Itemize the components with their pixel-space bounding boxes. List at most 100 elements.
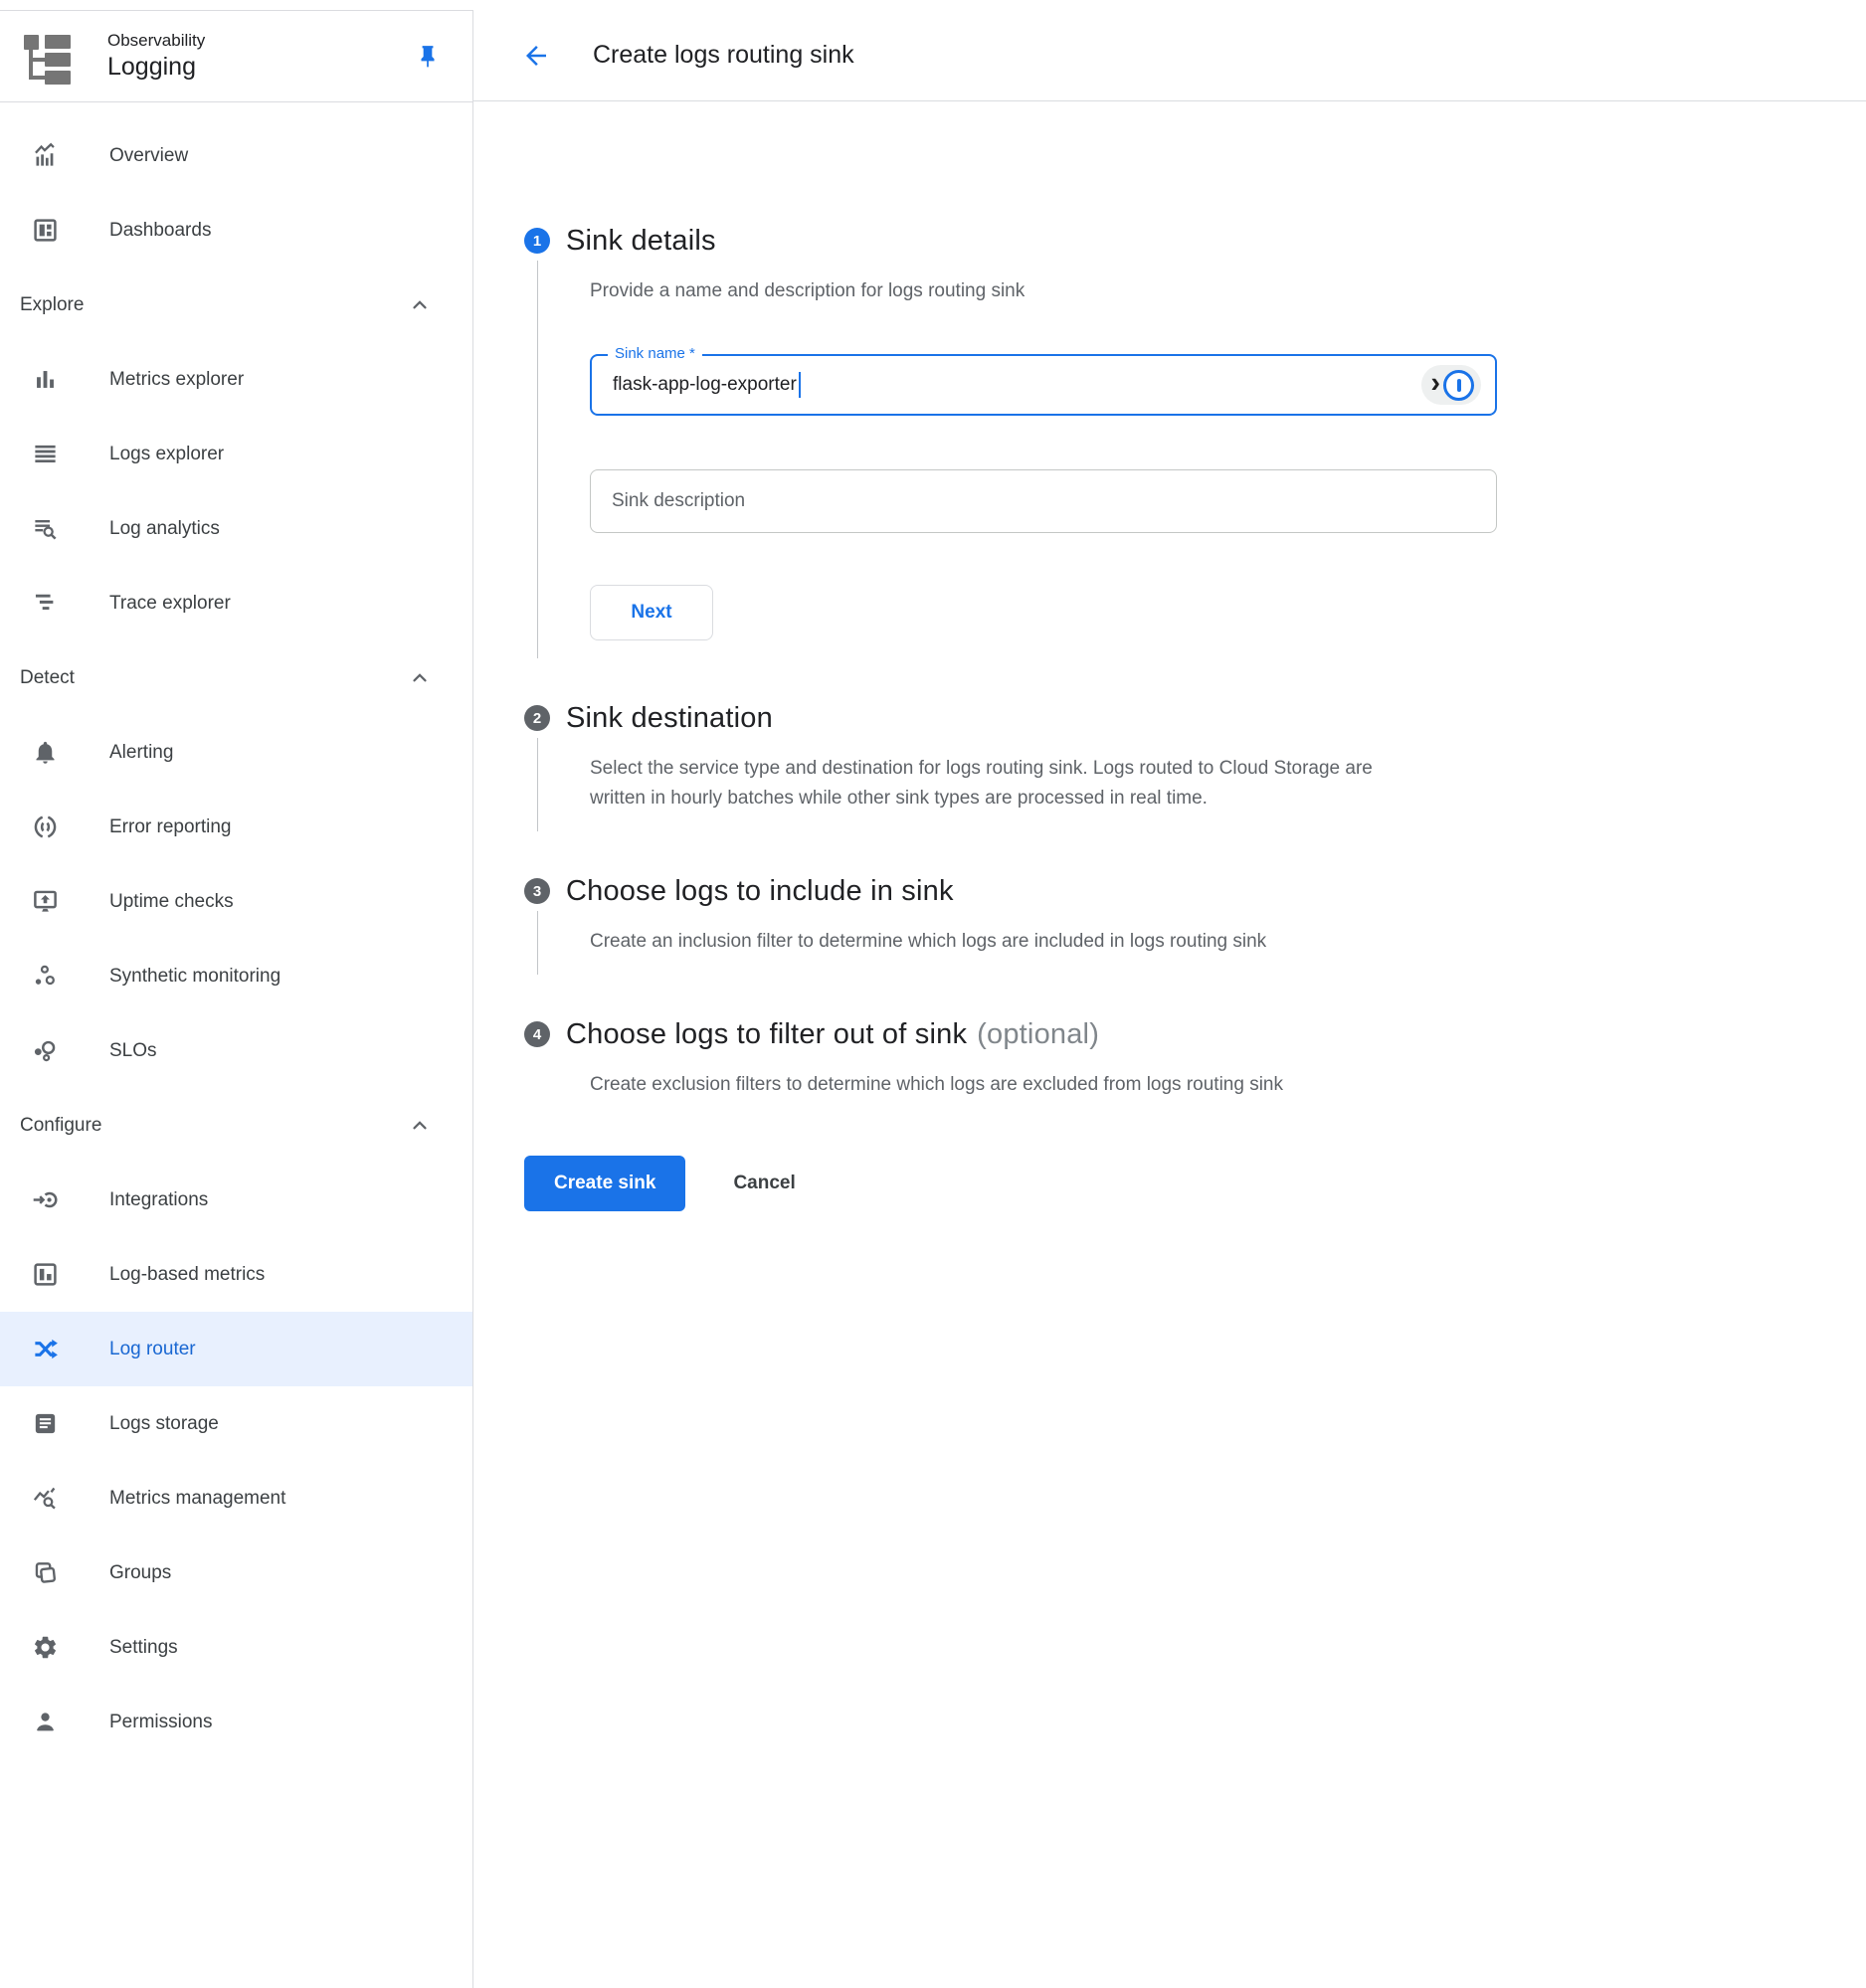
step-4-description: Create exclusion filters to determine wh… (590, 1070, 1381, 1100)
main-header: Create logs routing sink (473, 10, 1866, 101)
step-include-logs: 3 Choose logs to include in sink Create … (524, 871, 1826, 975)
section-label: Explore (20, 294, 84, 316)
sidebar-section-detect: Detect (0, 640, 472, 715)
chevron-up-icon[interactable] (407, 1113, 433, 1139)
step-2-head: 2 Sink destination (524, 698, 1826, 738)
log-router-icon (30, 1335, 60, 1364)
product-titles: Observability Logging (107, 31, 205, 81)
sidebar-item-label: Integrations (109, 1189, 208, 1211)
sidebar-item-permissions[interactable]: Permissions (0, 1685, 472, 1759)
step-2-description: Select the service type and destination … (590, 754, 1381, 813)
sidebar-item-integrations[interactable]: Integrations (0, 1163, 472, 1237)
chevron-up-icon[interactable] (407, 665, 433, 691)
log-based-metrics-icon (30, 1260, 60, 1290)
next-button[interactable]: Next (590, 585, 713, 640)
sidebar-item-log-based-metrics[interactable]: Log-based metrics (0, 1237, 472, 1312)
sidebar-item-alerting[interactable]: Alerting (0, 715, 472, 790)
logging-logo-icon (20, 29, 76, 85)
content: 1 Sink details Provide a name and descri… (473, 101, 1866, 1211)
sidebar-item-overview[interactable]: Overview (0, 118, 472, 193)
step-4-head: 4 Choose logs to filter out of sink(opti… (524, 1014, 1826, 1054)
step-1-head: 1 Sink details (524, 221, 1826, 261)
section-label: Configure (20, 1115, 101, 1137)
sidebar-item-logs-storage[interactable]: Logs storage (0, 1386, 472, 1461)
slos-icon (30, 1036, 60, 1066)
pin-icon[interactable] (411, 40, 445, 74)
top-strip (0, 0, 1866, 10)
sidebar-item-trace-explorer[interactable]: Trace explorer (0, 566, 472, 640)
section-label: Detect (20, 667, 75, 689)
sink-description-placeholder: Sink description (612, 490, 745, 512)
sink-name-label: Sink name * (608, 345, 702, 362)
sidebar-item-error-reporting[interactable]: Error reporting (0, 790, 472, 864)
permissions-icon (30, 1708, 60, 1737)
overview-icon (30, 141, 60, 171)
create-sink-button[interactable]: Create sink (524, 1156, 685, 1211)
main: Create logs routing sink 1 Sink details … (473, 10, 1866, 1988)
trace-explorer-icon (30, 589, 60, 619)
product-name: Observability (107, 31, 205, 51)
step-2-title: Sink destination (566, 702, 773, 735)
sidebar-nav: OverviewDashboards Explore Metrics explore… (0, 102, 472, 1759)
sidebar-item-groups[interactable]: Groups (0, 1536, 472, 1610)
sidebar-item-dashboards[interactable]: Dashboards (0, 193, 472, 268)
sidebar-item-label: Groups (109, 1562, 171, 1584)
module-name: Logging (107, 53, 205, 82)
sidebar-item-slos[interactable]: SLOs (0, 1013, 472, 1088)
step-sink-details: 1 Sink details Provide a name and descri… (524, 221, 1826, 658)
step-3-description: Create an inclusion filter to determine … (590, 927, 1381, 957)
1password-logo-icon (1443, 370, 1474, 401)
step-3-head: 3 Choose logs to include in sink (524, 871, 1826, 911)
sidebar: Observability Logging OverviewDashboards… (0, 10, 473, 1988)
cancel-button[interactable]: Cancel (733, 1173, 795, 1194)
step-2-body: Select the service type and destination … (537, 738, 1826, 831)
1password-icon[interactable]: › (1421, 365, 1481, 405)
sidebar-item-synthetic-monitoring[interactable]: Synthetic monitoring (0, 939, 472, 1013)
step-3-title: Choose logs to include in sink (566, 875, 954, 908)
uptime-checks-icon (30, 887, 60, 917)
step-4-number: 4 (524, 1021, 550, 1047)
alerting-icon (30, 738, 60, 768)
sidebar-item-label: Error reporting (109, 816, 232, 838)
log-analytics-icon (30, 514, 60, 544)
synthetic-monitoring-icon (30, 962, 60, 992)
metrics-explorer-icon (30, 365, 60, 395)
sidebar-item-label: Alerting (109, 742, 173, 764)
step-sink-destination: 2 Sink destination Select the service ty… (524, 698, 1826, 831)
chevron-up-icon[interactable] (407, 292, 433, 318)
groups-icon (30, 1558, 60, 1588)
logs-storage-icon (30, 1409, 60, 1439)
sidebar-item-log-analytics[interactable]: Log analytics (0, 491, 472, 566)
sidebar-item-metrics-management[interactable]: Metrics management (0, 1461, 472, 1536)
arrow-back-icon[interactable] (519, 39, 553, 73)
page-title: Create logs routing sink (593, 41, 854, 70)
sidebar-item-log-router[interactable]: Log router (0, 1312, 472, 1386)
sidebar-item-label: Metrics management (109, 1488, 285, 1510)
sidebar-item-settings[interactable]: Settings (0, 1610, 472, 1685)
sidebar-item-label: Synthetic monitoring (109, 966, 280, 988)
sidebar-item-label: Logs storage (109, 1413, 219, 1435)
sidebar-section-configure: Configure (0, 1088, 472, 1163)
settings-icon (30, 1633, 60, 1663)
metrics-management-icon (30, 1484, 60, 1514)
step-2-number: 2 (524, 705, 550, 731)
step-1-body: Provide a name and description for logs … (537, 261, 1826, 658)
sidebar-item-logs-explorer[interactable]: Logs explorer (0, 417, 472, 491)
logs-explorer-icon (30, 440, 60, 469)
1password-chevron-icon: › (1430, 369, 1440, 398)
step-4-title-suffix: (optional) (977, 1018, 1099, 1050)
step-3-number: 3 (524, 878, 550, 904)
step-4-body: Create exclusion filters to determine wh… (537, 1054, 1826, 1118)
sidebar-item-metrics-explorer[interactable]: Metrics explorer (0, 342, 472, 417)
sidebar-item-uptime-checks[interactable]: Uptime checks (0, 864, 472, 939)
step-1-number: 1 (524, 228, 550, 254)
sidebar-item-label: Log router (109, 1339, 196, 1360)
sidebar-item-label: Settings (109, 1637, 178, 1659)
error-reporting-icon (30, 813, 60, 842)
integrations-icon (30, 1185, 60, 1215)
sink-name-field[interactable]: Sink name * flask-app-log-exporter › (590, 354, 1497, 416)
sink-name-value: flask-app-log-exporter (613, 374, 797, 396)
sidebar-item-label: Uptime checks (109, 891, 234, 913)
sidebar-item-label: Logs explorer (109, 444, 224, 465)
sink-description-field[interactable]: Sink description (590, 469, 1497, 533)
